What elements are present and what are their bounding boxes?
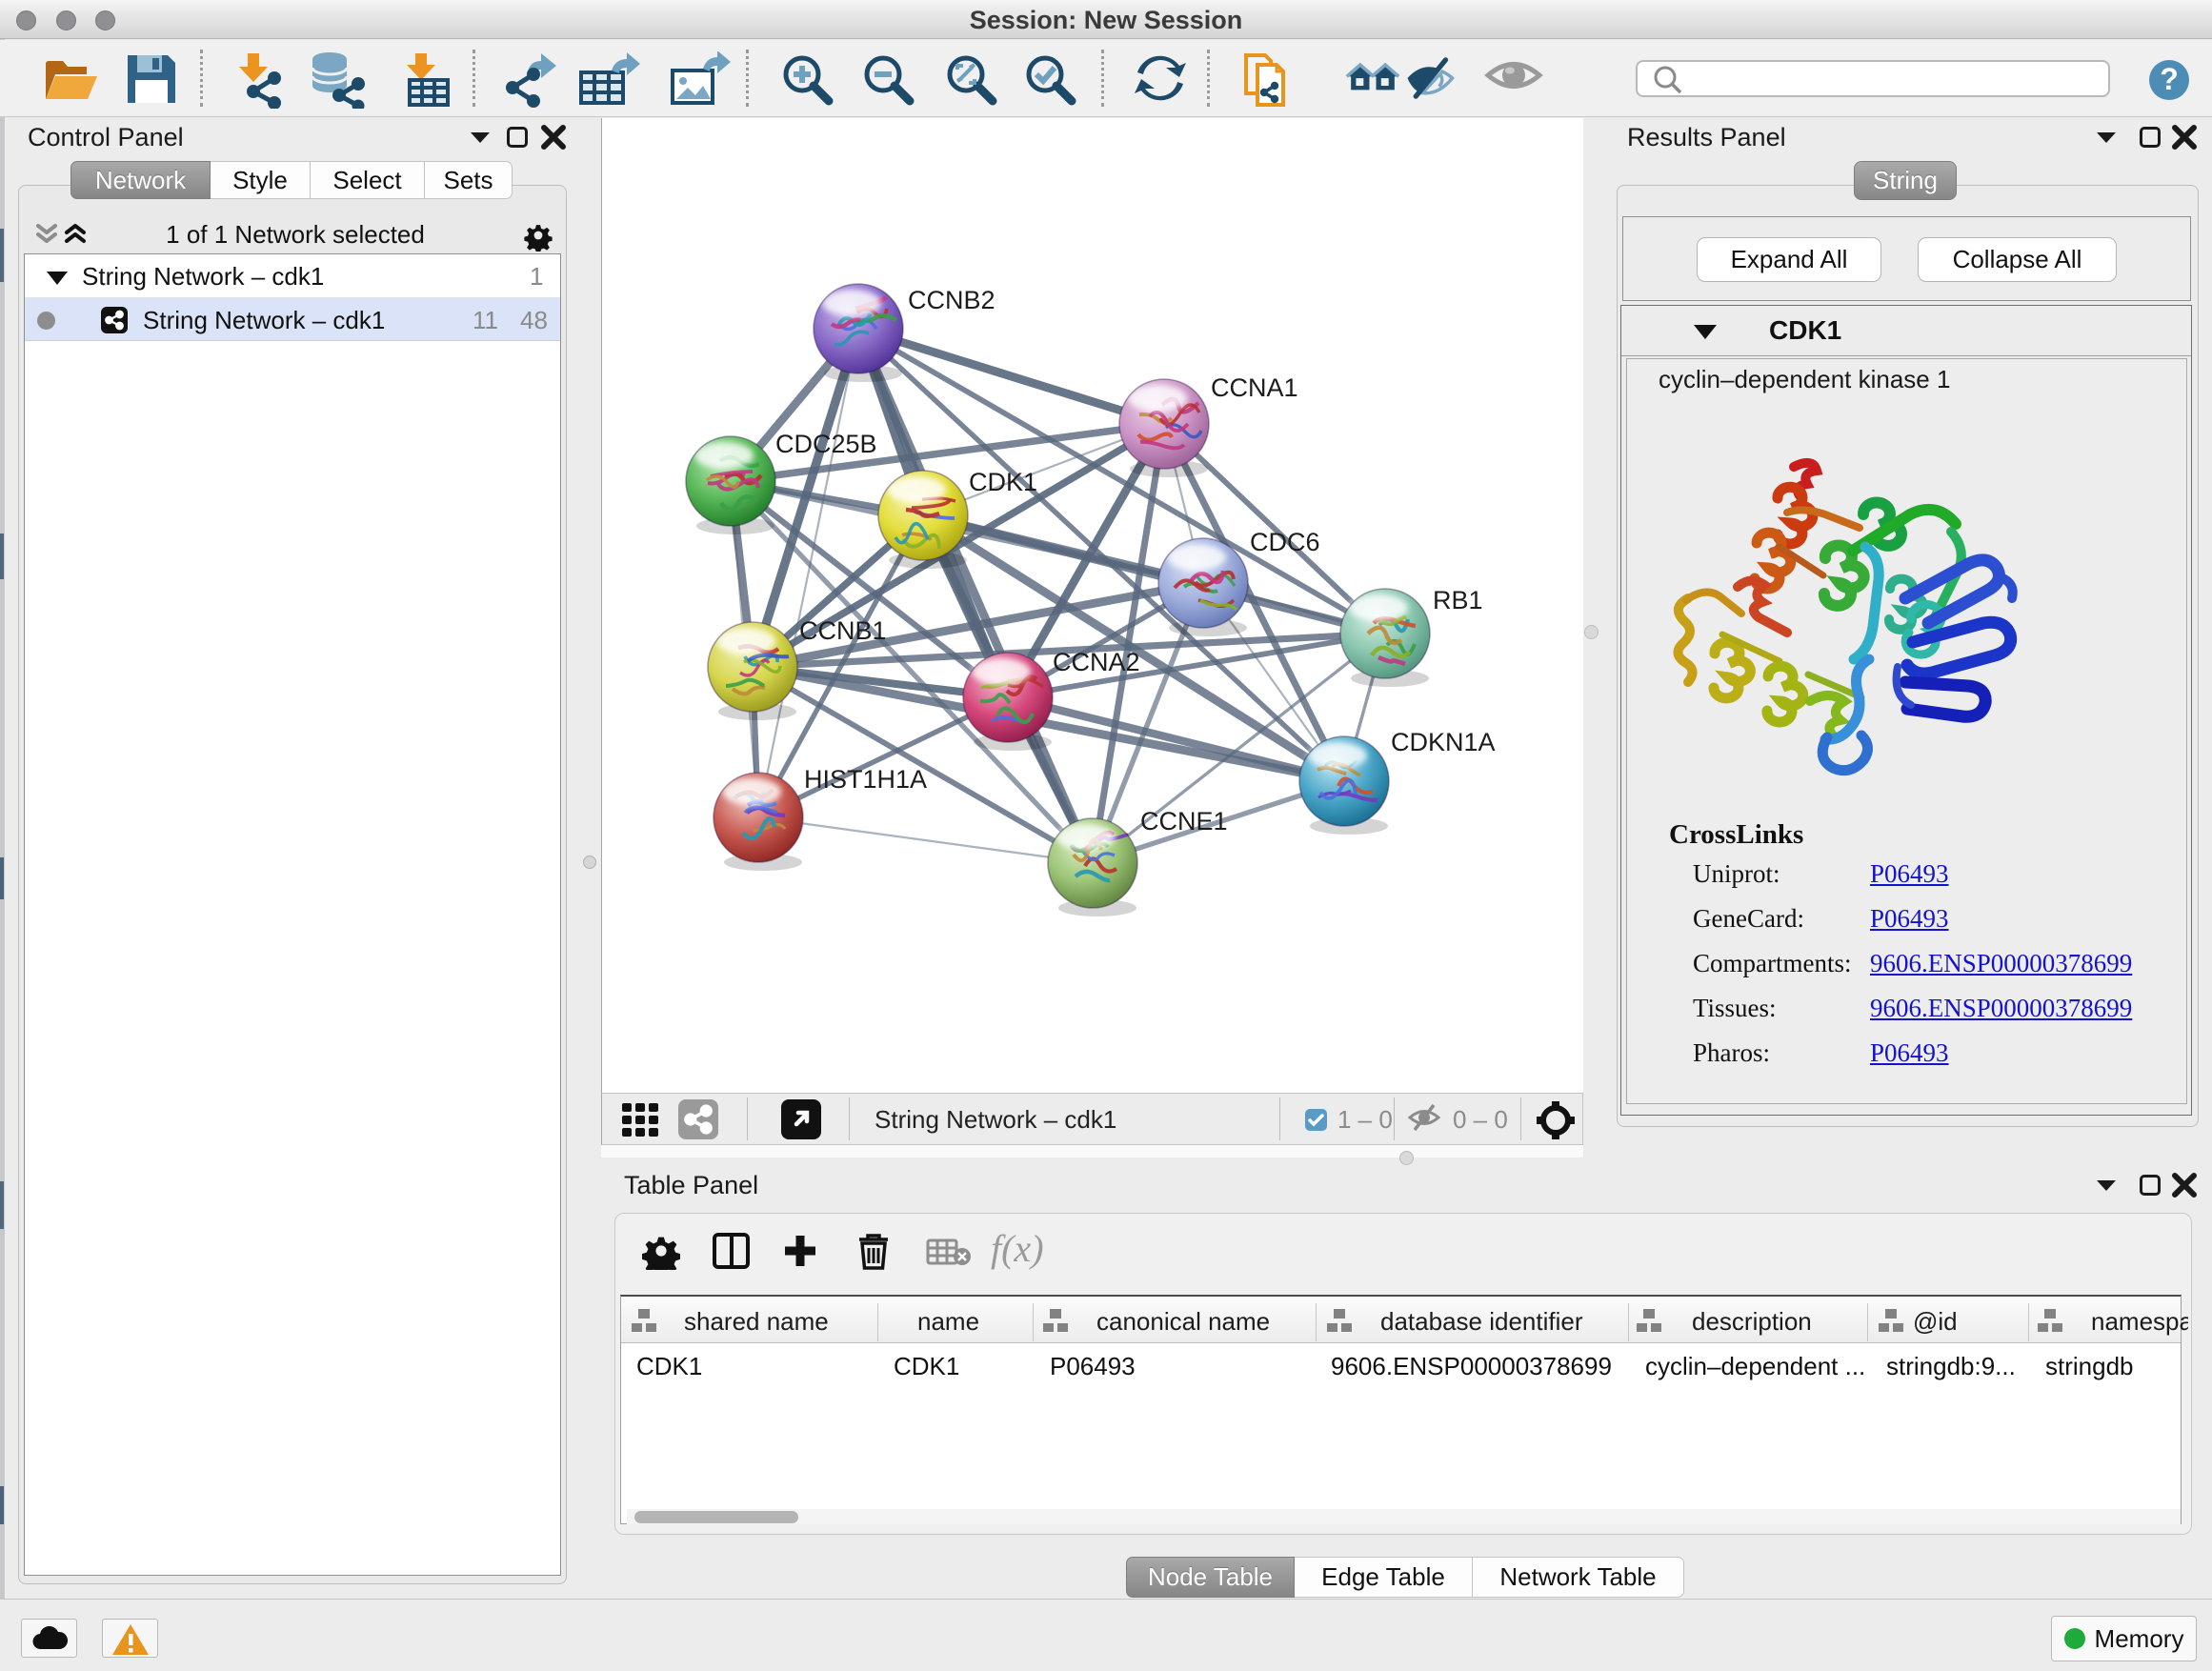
svg-text:CCNA1: CCNA1 (1211, 373, 1298, 402)
svg-text:CDC25B: CDC25B (775, 430, 877, 458)
svg-text:CCNB2: CCNB2 (908, 286, 995, 314)
svg-text:CCNA2: CCNA2 (1053, 648, 1140, 676)
svg-text:?: ? (2160, 62, 2179, 96)
svg-text:CCNE1: CCNE1 (1140, 807, 1228, 836)
svg-text:HIST1H1A: HIST1H1A (804, 765, 927, 794)
svg-text:CDK1: CDK1 (969, 468, 1037, 496)
svg-text:CCNB1: CCNB1 (799, 616, 887, 645)
svg-text:CDC6: CDC6 (1250, 528, 1320, 556)
svg-text:RB1: RB1 (1433, 586, 1483, 614)
svg-text:CDKN1A: CDKN1A (1391, 728, 1496, 756)
